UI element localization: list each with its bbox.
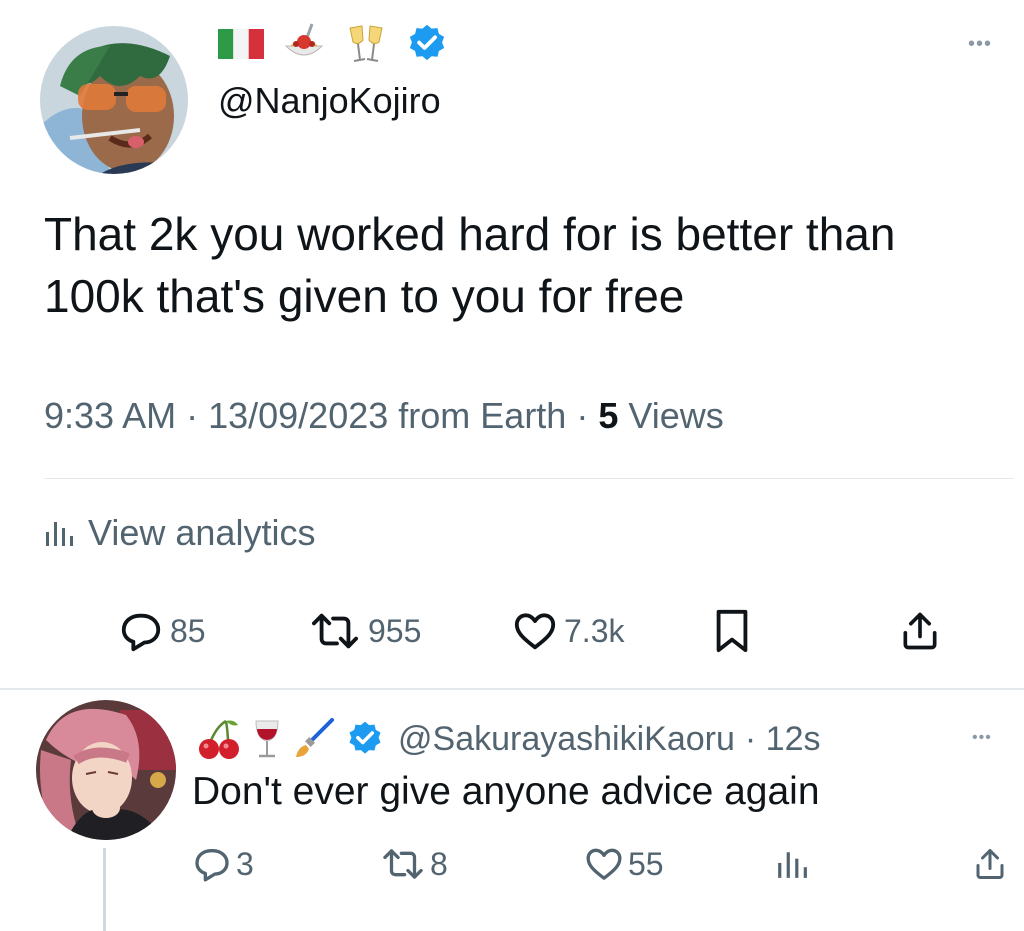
more-options-icon[interactable]: ••• <box>968 34 992 54</box>
bookmark-button[interactable] <box>712 606 752 656</box>
tweet-actions: 85 955 7.3k <box>118 606 948 656</box>
tweet-text: That 2k you worked hard for is better th… <box>44 208 896 322</box>
share-button[interactable] <box>972 842 1008 886</box>
like-count: 55 <box>628 845 664 882</box>
share-icon <box>903 612 937 650</box>
tweet-date[interactable]: 13/09/2023 <box>208 395 388 436</box>
analytics-icon <box>778 852 807 878</box>
views-count: 5 <box>598 395 619 436</box>
italy-flag-icon <box>218 29 264 59</box>
like-button[interactable]: 7.3k <box>512 606 624 656</box>
share-icon <box>976 849 1004 879</box>
reply-button[interactable]: 3 <box>192 842 254 886</box>
tweet-time[interactable]: 9:33 AM <box>44 395 176 436</box>
share-button[interactable] <box>898 606 942 656</box>
tweet-meta: 9:33 AM · 13/09/2023 from Earth · 5 View… <box>44 395 724 437</box>
reply-icon <box>195 849 229 882</box>
clinking-glasses-icon <box>349 25 383 62</box>
retweet-icon <box>383 849 423 879</box>
reply-timestamp[interactable]: · 12s <box>745 720 821 759</box>
wine-glass-icon <box>255 720 279 758</box>
analytics-icon <box>46 522 73 546</box>
reply-avatar[interactable] <box>36 700 176 840</box>
reply-header: @SakurayashikiKaoru · 12s <box>196 714 821 764</box>
meta-separator: · <box>176 395 209 436</box>
tweet-source: from Earth <box>388 395 567 436</box>
retweet-button[interactable]: 955 <box>308 606 421 656</box>
analytics-label: View analytics <box>88 512 316 553</box>
retweet-button[interactable]: 8 <box>380 842 448 886</box>
retweet-count: 8 <box>430 845 448 882</box>
meta-separator: · <box>566 395 599 436</box>
tweet-screenshot: @NanjoKojiro ••• That 2k you worked hard… <box>0 0 1024 931</box>
heart-icon <box>586 848 622 880</box>
more-options-icon[interactable]: ••• <box>972 730 992 746</box>
analytics-button[interactable] <box>776 842 808 886</box>
thread-line <box>103 848 106 931</box>
user-handle[interactable]: @NanjoKojiro <box>218 80 441 122</box>
heart-icon <box>514 613 556 650</box>
divider <box>44 478 1014 479</box>
reply-count: 3 <box>236 845 254 882</box>
paintbrush-icon <box>296 718 334 757</box>
reply-user-handle[interactable]: @SakurayashikiKaoru <box>398 720 735 759</box>
reply-text: Don't ever give anyone advice again <box>192 770 820 813</box>
divider <box>0 688 1024 690</box>
like-button[interactable]: 55 <box>584 842 664 886</box>
retweet-count: 955 <box>368 612 422 649</box>
reply-button[interactable]: 85 <box>118 606 206 656</box>
view-analytics-link[interactable]: View analytics <box>44 512 315 554</box>
like-count: 7.3k <box>564 612 625 649</box>
cherries-icon <box>199 719 239 759</box>
bookmark-icon <box>716 609 748 653</box>
display-name <box>218 22 448 66</box>
verified-badge-icon <box>409 24 445 61</box>
reply-icon <box>121 613 161 652</box>
avatar[interactable] <box>40 26 188 174</box>
retweet-icon <box>312 613 359 649</box>
reply-count: 85 <box>170 612 206 649</box>
verified-badge-icon <box>349 721 381 754</box>
spaghetti-icon <box>284 23 324 56</box>
views-label: Views <box>618 395 724 436</box>
